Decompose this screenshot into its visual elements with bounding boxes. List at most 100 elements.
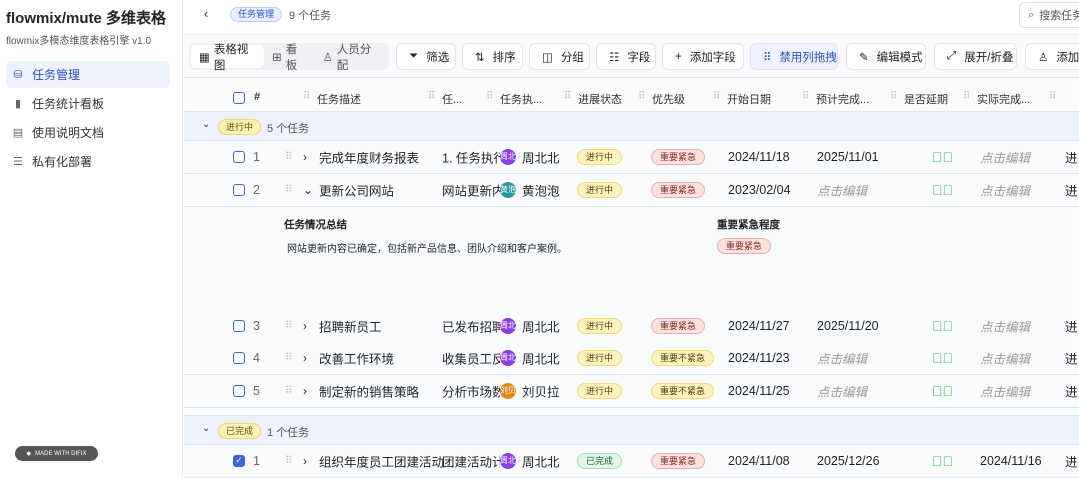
owner-name[interactable]: 周北北 [522,349,560,368]
expand-row-icon[interactable]: ⌄ [303,183,313,197]
task-subcell[interactable]: 1. 任务执行 [442,148,500,167]
column-drag-handle-icon[interactable]: ⠿ [428,91,435,102]
column-header-cell[interactable]: 任务描述 [317,91,361,107]
actual-date[interactable]: 2024/11/16 [980,454,1042,468]
row-drag-handle-icon[interactable]: ⠿ [285,152,292,163]
status-badge[interactable]: 进行中 [577,318,623,334]
column-drag-handle-icon[interactable]: ⠿ [303,91,310,102]
column-header-cell[interactable]: 任... [442,91,462,107]
row-drag-handle-icon[interactable]: ⠿ [285,456,292,467]
next-column-cell[interactable]: 进 [1065,181,1078,200]
row-drag-handle-icon[interactable]: ⠿ [285,185,292,196]
column-drag-handle-icon[interactable]: ⠿ [963,91,970,102]
group-header[interactable]: ⌄ 已完成 1 个任务 [184,415,1079,445]
task-subcell[interactable]: 分析市场数 [442,382,500,401]
status-badge[interactable]: 进行中 [577,350,623,366]
row-checkbox[interactable] [233,151,245,163]
row-checkbox[interactable] [233,184,245,196]
expand-row-icon[interactable]: › [303,319,307,333]
task-description[interactable]: 组织年度员工团建活动 [319,452,444,471]
table-row[interactable]: 3 ⠿ › 招聘新员工 已发布招聘 周北 周北北 进行中 重要紧急 2024/1… [184,310,1079,343]
owner-name[interactable]: 周北北 [522,148,560,167]
priority-badge[interactable]: 重要紧急 [651,453,706,469]
owner-name[interactable]: 周北北 [522,452,560,471]
due-date[interactable]: 2025/12/26 [817,454,880,468]
expand-collapse-button[interactable]: ⤢ 展开/折叠 [934,43,1017,70]
column-drag-handle-icon[interactable]: ⠿ [638,91,645,102]
next-column-cell[interactable]: 进 [1065,148,1078,167]
task-subcell[interactable]: 网站更新内 [442,181,500,200]
table-row[interactable]: 2 ⠿ ⌄ 更新公司网站 网站更新内 黄泡 黄泡泡 进行中 重要紧急 2023/… [184,174,1079,207]
status-badge[interactable]: 进行中 [577,383,623,399]
task-description[interactable]: 改善工作环境 [319,349,394,368]
task-description[interactable]: 制定新的销售策略 [319,382,419,401]
task-description[interactable]: 完成年度财务报表 [319,148,419,167]
priority-badge[interactable]: 重要紧急 [651,149,706,165]
sort-button[interactable]: ⇅ 排序 [462,43,523,70]
sidebar-item-task-management[interactable]: ⛁ 任务管理 [6,61,170,88]
priority-badge[interactable]: 重要紧急 [651,182,706,198]
status-badge[interactable]: 进行中 [577,182,623,198]
sidebar-item-task-dashboard[interactable]: ▮ 任务统计看板 [6,90,170,117]
next-column-cell[interactable]: 进 [1065,452,1078,471]
group-header[interactable]: ⌄ 进行中 5 个任务 [184,111,1079,141]
priority-badge[interactable]: 重要不紧急 [651,350,715,366]
column-header-cell[interactable]: 任务执... [500,91,542,107]
column-drag-handle-icon[interactable]: ⠿ [486,91,493,102]
column-drag-handle-icon[interactable]: ⠿ [1049,91,1056,102]
edit-mode-button[interactable]: ✎ 编辑模式 [846,43,926,70]
due-date[interactable]: 点击编辑 [817,181,867,200]
sidebar-item-deploy[interactable]: ☰ 私有化部署 [6,148,170,175]
filter-button[interactable]: ⏷ 筛选 [396,43,456,70]
tab-kanban[interactable]: ⊞ 看板 [264,44,314,72]
group-button[interactable]: ◫ 分组 [529,43,590,70]
select-all-checkbox[interactable] [233,92,245,104]
start-date[interactable]: 2024/11/27 [728,319,790,333]
row-drag-handle-icon[interactable]: ⠿ [285,321,292,332]
due-date[interactable]: 点击编辑 [817,349,867,368]
back-icon[interactable]: ‹ [204,6,208,21]
priority-badge[interactable]: 重要紧急 [651,318,706,334]
actual-date[interactable]: 点击编辑 [980,317,1030,336]
column-header-cell[interactable]: 实际完成... [977,91,1030,107]
sidebar-item-docs[interactable]: ▤ 使用说明文档 [6,119,170,146]
expand-row-icon[interactable]: › [303,384,307,398]
next-column-cell[interactable]: 进 [1065,382,1078,401]
start-date[interactable]: 2024/11/25 [728,384,790,398]
table-row[interactable]: 1 ⠿ › 完成年度财务报表 1. 任务执行 周北 周北北 进行中 重要紧急 2… [184,141,1079,174]
made-with-badge[interactable]: ◆ MADE WITH DIFIX [15,446,98,461]
expand-row-icon[interactable]: › [303,150,307,164]
chevron-down-icon[interactable]: ⌄ [202,119,210,130]
task-subcell[interactable]: 已发布招聘 [442,317,500,336]
chevron-down-icon[interactable]: ⌄ [202,423,210,434]
column-drag-handle-icon[interactable]: ⠿ [802,91,809,102]
column-drag-handle-icon[interactable]: ⠿ [890,91,897,102]
table-row[interactable]: 5 ⠿ › 制定新的销售策略 分析市场数 刘贝 刘贝拉 进行中 重要不紧急 20… [184,375,1079,408]
task-subcell[interactable]: 团建活动计 [442,452,500,471]
owner-name[interactable]: 刘贝拉 [522,382,560,401]
expand-row-icon[interactable]: › [303,454,307,468]
due-date[interactable]: 2025/11/01 [817,150,879,164]
actual-date[interactable]: 点击编辑 [980,349,1030,368]
task-description[interactable]: 更新公司网站 [319,181,394,200]
start-date[interactable]: 2024/11/18 [728,150,790,164]
next-column-cell[interactable]: 进 [1065,317,1078,336]
status-badge[interactable]: 已完成 [577,453,623,469]
row-checkbox[interactable]: ✓ [233,455,245,467]
table-row[interactable]: 4 ⠿ › 改善工作环境 收集员工反 周北 周北北 进行中 重要不紧急 2024… [184,342,1079,375]
row-drag-handle-icon[interactable]: ⠿ [285,386,292,397]
owner-name[interactable]: 黄泡泡 [522,181,560,200]
column-header-cell[interactable]: # [254,91,260,103]
expand-row-icon[interactable]: › [303,351,307,365]
actual-date[interactable]: 点击编辑 [980,148,1030,167]
due-date[interactable]: 点击编辑 [817,382,867,401]
tab-table-view[interactable]: ▦ 表格视图 [191,44,265,72]
owner-name[interactable]: 周北北 [522,317,560,336]
column-drag-handle-icon[interactable]: ⠿ [564,91,571,102]
table-row[interactable]: ✓ 1 ⠿ › 组织年度员工团建活动 团建活动计 周北 周北北 已完成 重要紧急… [184,445,1079,478]
row-checkbox[interactable] [233,385,245,397]
row-checkbox[interactable] [233,352,245,364]
column-header-cell[interactable]: 开始日期 [727,91,771,107]
disable-column-drag-button[interactable]: ⠿ 禁用列拖拽 [750,43,838,70]
row-drag-handle-icon[interactable]: ⠿ [285,353,292,364]
